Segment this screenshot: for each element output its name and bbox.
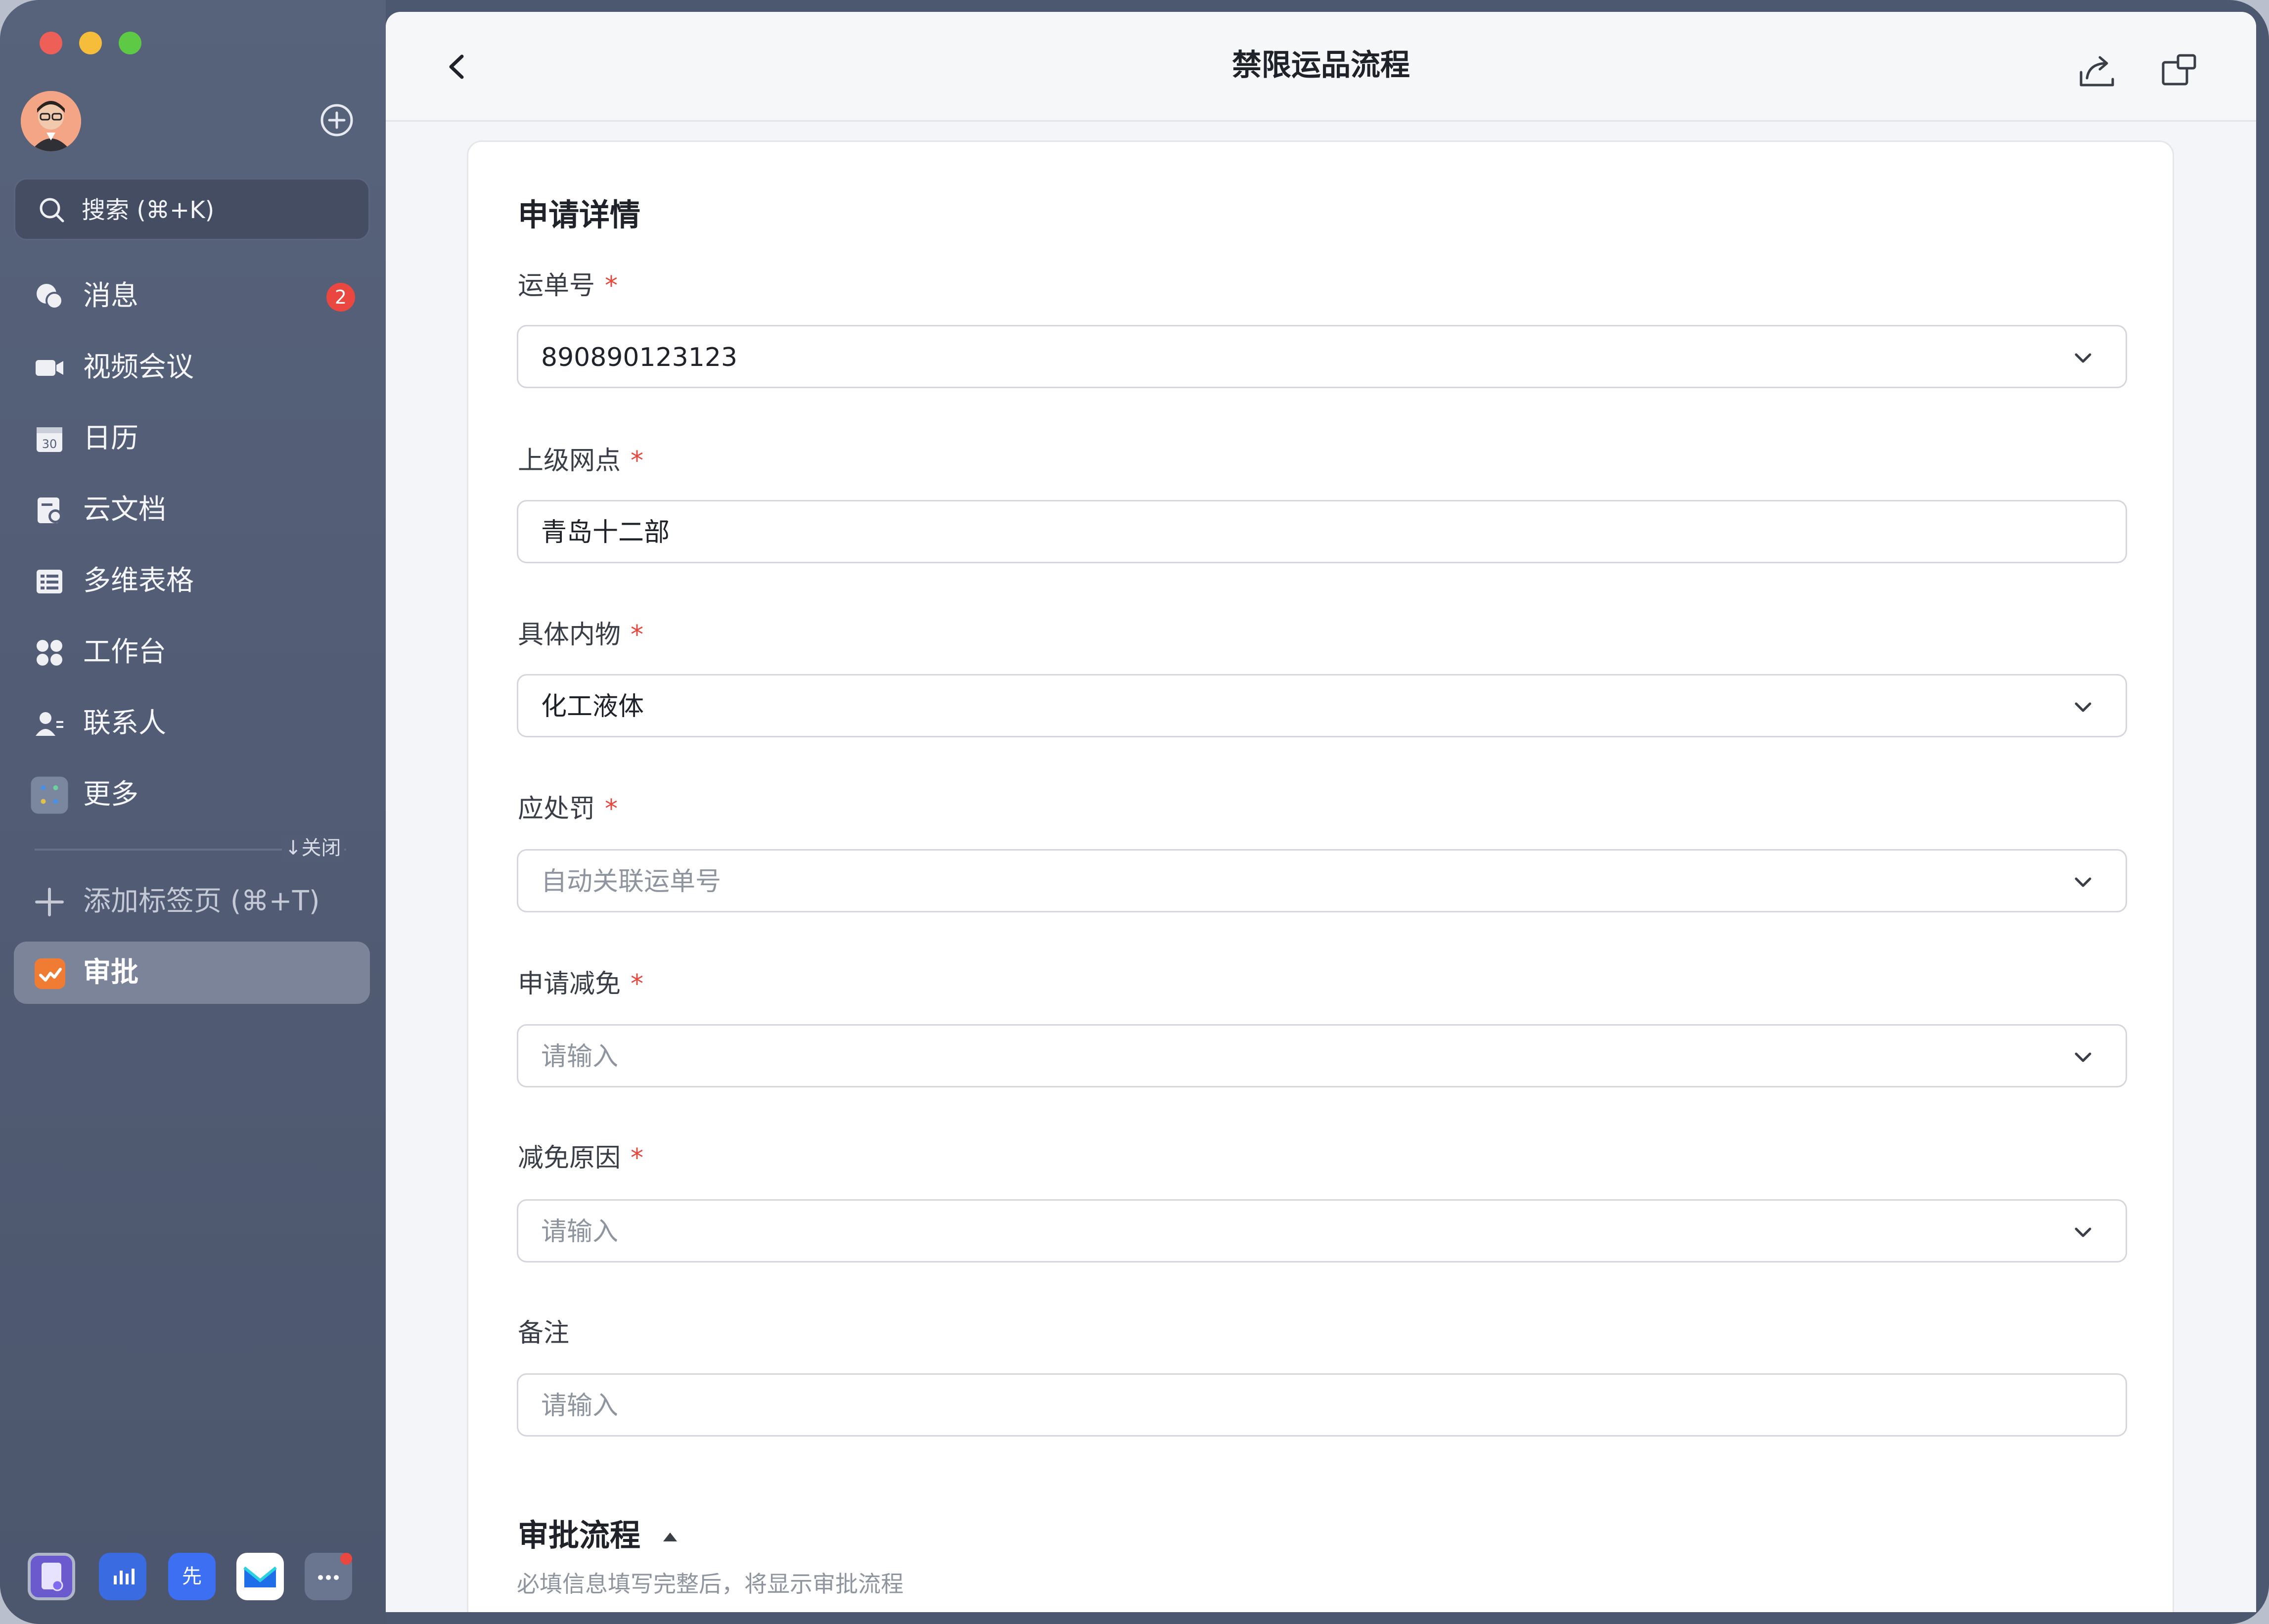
top-bar: 禁限运品流程 xyxy=(386,12,2256,122)
caret-up-icon[interactable] xyxy=(660,1527,680,1546)
cloud-document-icon xyxy=(38,497,62,523)
chevron-down-icon xyxy=(2075,1227,2091,1237)
approval-icon xyxy=(35,958,65,989)
section-title: 申请详情 xyxy=(518,197,641,233)
field-placeholder: 自动关联运单号 xyxy=(541,867,722,897)
search-icon xyxy=(40,198,64,223)
field-value: 890890123123 xyxy=(541,343,738,372)
collapse-close-link[interactable]: ↓关闭 xyxy=(282,835,344,861)
sidebar-item-label: 联系人 xyxy=(83,707,166,739)
more-dots-icon[interactable] xyxy=(305,1553,352,1600)
contents-label: 具体内物 * xyxy=(518,620,644,650)
field-value: 青岛十二部 xyxy=(541,518,670,547)
app-window: 搜索 (⌘+K) 消息 2 视频会议 30 日历 云文档 多维表格 工作台 联系… xyxy=(0,0,2269,1624)
reduction-request-label: 申请减免 * xyxy=(518,969,644,999)
reduction-reason-select[interactable]: 请输入 xyxy=(517,1199,2127,1263)
reduction-reason-label: 减免原因 * xyxy=(518,1143,644,1173)
maximize-window-button[interactable] xyxy=(119,32,141,54)
required-mark: * xyxy=(605,794,618,824)
sidebar-item-contacts[interactable]: 联系人 xyxy=(14,692,370,755)
field-value: 化工液体 xyxy=(541,692,644,722)
sidebar-item-label: 云文档 xyxy=(83,494,166,526)
grid-apps-icon xyxy=(37,640,62,666)
chevron-down-icon xyxy=(2075,1052,2091,1062)
sidebar-item-cloud-docs[interactable]: 云文档 xyxy=(14,479,370,541)
close-window-button[interactable] xyxy=(40,32,62,54)
minimize-window-button[interactable] xyxy=(79,32,102,54)
avatar[interactable] xyxy=(21,91,81,151)
share-icon[interactable] xyxy=(2077,50,2117,90)
xian-app-text: 先 xyxy=(182,1565,202,1588)
plus-icon xyxy=(35,888,64,916)
waybill-label: 运单号 * xyxy=(518,271,618,301)
search-label: 搜索 (⌘+K) xyxy=(82,196,215,224)
search-input[interactable]: 搜索 (⌘+K) xyxy=(14,178,370,240)
chevron-down-icon xyxy=(2075,702,2091,712)
contents-select[interactable]: 化工液体 xyxy=(517,674,2127,737)
form-card: 申请详情 运单号 * 890890123123 上级网点 * 青岛十二部 具体内物 * xyxy=(467,140,2174,1612)
approval-flow-title[interactable]: 审批流程 xyxy=(518,1516,640,1555)
mail-app-icon[interactable] xyxy=(236,1553,284,1600)
remarks-label: 备注 xyxy=(518,1318,570,1348)
more-apps-icon xyxy=(31,776,68,814)
sidebar-item-label: 审批 xyxy=(83,956,138,989)
chart-app-icon[interactable] xyxy=(99,1553,146,1600)
add-tab-label: 添加标签页 (⌘+T) xyxy=(83,885,320,917)
main-panel: 禁限运品流程 申请详情 运单号 * 890890123123 上级网点 * 青岛… xyxy=(386,12,2256,1612)
chevron-down-icon xyxy=(2075,877,2091,887)
remarks-input[interactable]: 请输入 xyxy=(517,1373,2127,1437)
sidebar-item-approval[interactable]: 审批 xyxy=(14,942,370,1004)
table-icon xyxy=(37,570,62,593)
waybill-select[interactable]: 890890123123 xyxy=(517,325,2127,388)
sidebar-item-label: 日历 xyxy=(83,422,138,454)
xian-app-icon[interactable]: 先 xyxy=(168,1553,216,1600)
penalty-label: 应处罚 * xyxy=(518,794,618,824)
parent-outlet-label: 上级网点 * xyxy=(518,446,644,476)
sidebar-item-label: 视频会议 xyxy=(83,351,194,383)
field-placeholder: 请输入 xyxy=(541,1217,619,1247)
open-in-window-icon[interactable] xyxy=(2159,50,2199,90)
field-placeholder: 请输入 xyxy=(541,1042,619,1072)
required-mark: * xyxy=(631,620,644,650)
approval-flow-hint: 必填信息填写完整后，将显示审批流程 xyxy=(517,1571,904,1597)
add-tab-button[interactable]: 添加标签页 (⌘+T) xyxy=(14,870,370,933)
required-mark: * xyxy=(631,446,644,476)
svg-text:30: 30 xyxy=(42,437,57,451)
sidebar-item-video-meeting[interactable]: 视频会议 xyxy=(14,336,370,399)
sidebar-item-workbench[interactable]: 工作台 xyxy=(14,621,370,683)
chat-bubble-icon xyxy=(37,284,63,310)
penalty-select[interactable]: 自动关联运单号 xyxy=(517,849,2127,912)
contacts-icon xyxy=(36,712,63,736)
sidebar-item-more[interactable]: 更多 xyxy=(14,764,370,826)
parent-outlet-input[interactable]: 青岛十二部 xyxy=(517,500,2127,563)
field-placeholder: 请输入 xyxy=(541,1391,619,1421)
sidebar-item-messages[interactable]: 消息 2 xyxy=(14,265,370,327)
reduction-request-select[interactable]: 请输入 xyxy=(517,1024,2127,1087)
calendar-icon: 30 xyxy=(37,427,62,452)
sidebar-item-calendar[interactable]: 30 日历 xyxy=(14,407,370,470)
required-mark: * xyxy=(631,1143,644,1173)
add-circle-icon[interactable] xyxy=(319,103,354,137)
page-title: 禁限运品流程 xyxy=(1232,48,1410,83)
chevron-down-icon xyxy=(2075,353,2091,363)
sidebar: 搜索 (⌘+K) 消息 2 视频会议 30 日历 云文档 多维表格 工作台 联系… xyxy=(0,0,386,1624)
video-camera-icon xyxy=(36,360,63,376)
sidebar-item-label: 更多 xyxy=(83,778,138,811)
notes-app-icon[interactable] xyxy=(28,1553,75,1600)
required-mark: * xyxy=(605,271,618,301)
sidebar-item-label: 多维表格 xyxy=(83,565,194,597)
sidebar-item-label: 消息 xyxy=(83,280,138,312)
required-mark: * xyxy=(631,969,644,999)
sidebar-item-multi-table[interactable]: 多维表格 xyxy=(14,550,370,612)
unread-badge: 2 xyxy=(326,283,355,312)
sidebar-item-label: 工作台 xyxy=(83,636,166,668)
